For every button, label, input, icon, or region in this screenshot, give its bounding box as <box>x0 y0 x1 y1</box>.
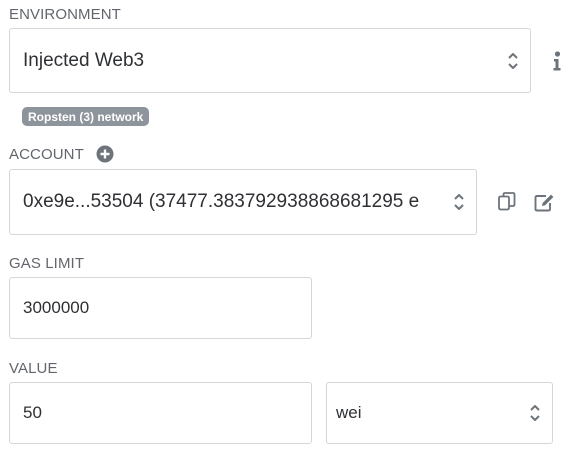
edit-icon[interactable] <box>533 192 555 212</box>
plus-circle-icon[interactable] <box>95 144 114 163</box>
gas-limit-value: 3000000 <box>23 298 90 317</box>
info-icon[interactable] <box>547 50 567 72</box>
chevron-up-down-icon <box>454 194 464 210</box>
value-unit-select[interactable]: wei <box>326 382 553 444</box>
gas-limit-input[interactable]: 3000000 <box>9 277 312 339</box>
chevron-up-down-icon <box>508 52 518 69</box>
gas-limit-label: GAS LIMIT <box>9 255 85 272</box>
account-selected-value: 0xe9e...53504 (37477.38379293886868129​5… <box>23 191 420 212</box>
environment-label: ENVIRONMENT <box>9 6 121 23</box>
value-amount: 50 <box>23 403 42 422</box>
environment-select[interactable]: Injected Web3 <box>9 28 531 93</box>
environment-selected-value: Injected Web3 <box>23 49 145 71</box>
value-unit: wei <box>336 403 362 422</box>
value-label: VALUE <box>9 360 58 377</box>
account-select[interactable]: 0xe9e...53504 (37477.38379293886868129​5… <box>9 169 477 235</box>
value-amount-input[interactable]: 50 <box>9 382 312 444</box>
account-label: ACCOUNT <box>9 146 84 163</box>
copy-icon[interactable] <box>497 192 517 212</box>
chevron-up-down-icon <box>530 405 540 421</box>
network-badge: Ropsten (3) network <box>22 107 150 126</box>
